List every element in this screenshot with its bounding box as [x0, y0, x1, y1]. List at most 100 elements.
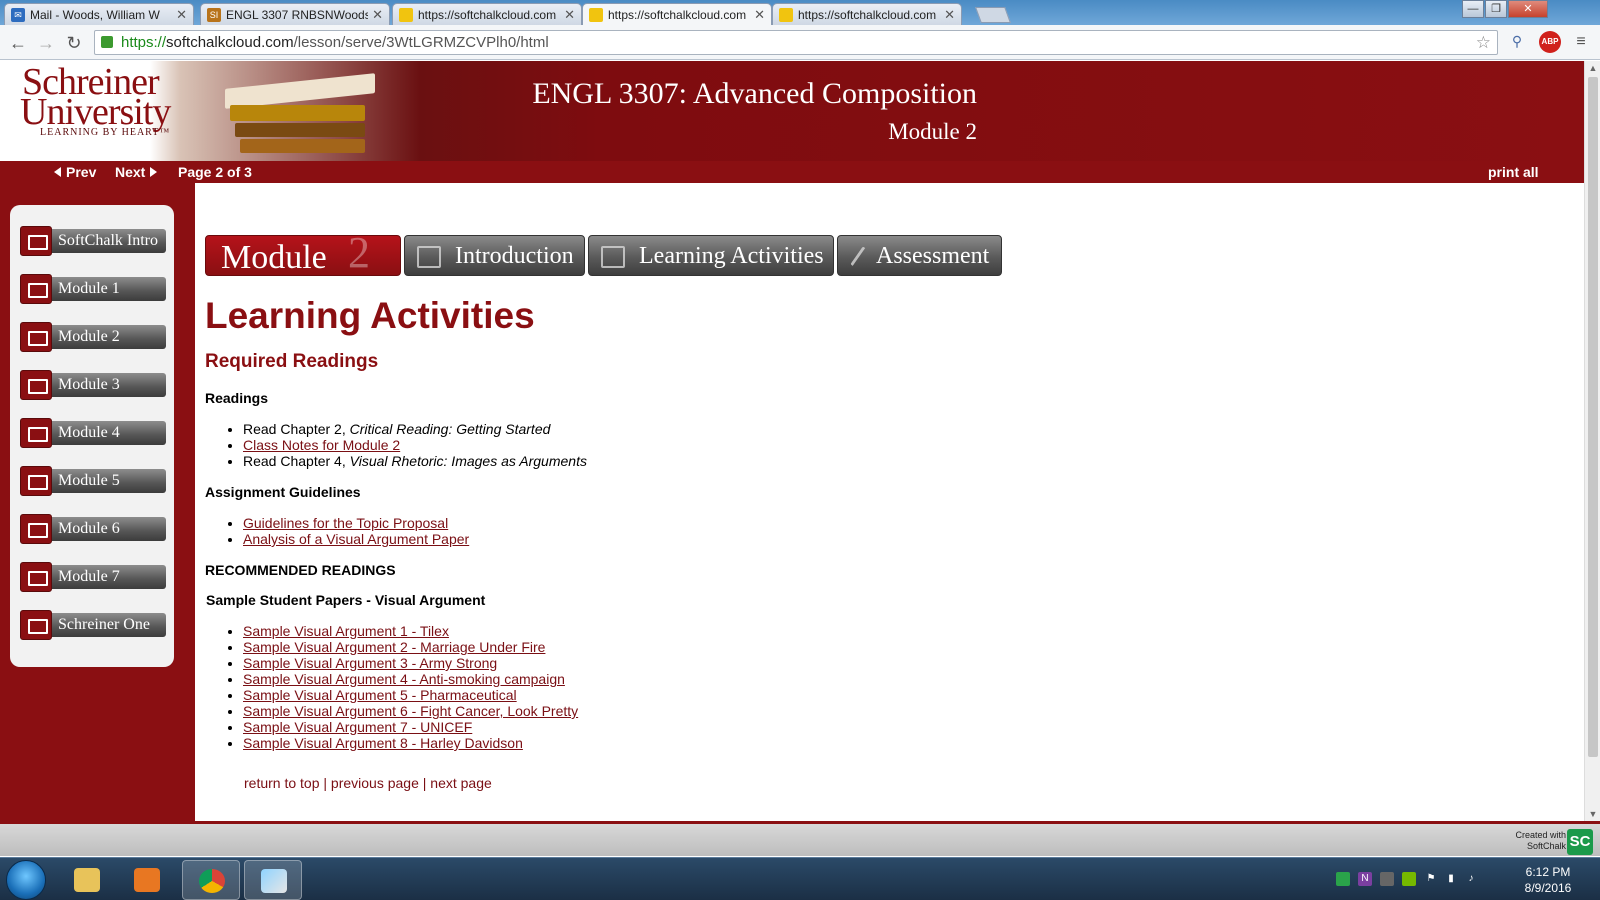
- close-tab-icon[interactable]: ✕: [564, 7, 575, 23]
- list-icon: [417, 246, 441, 268]
- books-image: [215, 61, 415, 161]
- tab-module-2[interactable]: Module 2: [205, 231, 401, 276]
- address-bar[interactable]: https://softchalkcloud.com/lesson/serve/…: [94, 30, 1498, 55]
- sidebar-item-schreiner-one[interactable]: Schreiner One: [20, 610, 166, 640]
- assignment-guidelines-heading: Assignment Guidelines: [205, 484, 361, 500]
- url-scheme: https://: [121, 34, 167, 51]
- lock-icon: [101, 36, 113, 48]
- minimize-button[interactable]: —: [1462, 0, 1484, 18]
- browser-tab-mail[interactable]: ✉ Mail - Woods, William W ✕: [4, 3, 194, 25]
- guideline-link[interactable]: Analysis of a Visual Argument Paper: [243, 531, 469, 547]
- new-tab-button[interactable]: [975, 7, 1011, 23]
- close-tab-icon[interactable]: ✕: [944, 7, 955, 23]
- footer-links: return to top | previous page | next pag…: [244, 775, 492, 791]
- guidelines-list: Guidelines for the Topic Proposal Analys…: [243, 515, 469, 547]
- recommended-readings-heading: RECOMMENDED READINGS: [205, 562, 396, 578]
- sample-link[interactable]: Sample Visual Argument 5 - Pharmaceutica…: [243, 687, 517, 703]
- signal-icon[interactable]: ▮: [1444, 872, 1458, 886]
- sample-link[interactable]: Sample Visual Argument 4 - Anti-smoking …: [243, 671, 565, 687]
- print-all-link[interactable]: print all: [1488, 164, 1539, 180]
- sidebar-item-label: Module 3: [38, 373, 166, 397]
- page-info: Page 2 of 3: [178, 164, 252, 180]
- volume-icon[interactable]: ♪: [1464, 872, 1478, 886]
- folder-icon: [20, 562, 52, 592]
- scroll-up-icon[interactable]: ▲: [1585, 63, 1600, 73]
- sidebar-item-module-7[interactable]: Module 7: [20, 562, 166, 592]
- tab-title: https://softchalkcloud.com: [418, 7, 557, 22]
- sample-link[interactable]: Sample Visual Argument 8 - Harley Davids…: [243, 735, 523, 751]
- readings-heading: Readings: [205, 390, 269, 406]
- sidebar-item-module-6[interactable]: Module 6: [20, 514, 166, 544]
- sync-icon[interactable]: [1336, 872, 1350, 886]
- list-item: Read Chapter 4, Visual Rhetoric: Images …: [243, 453, 587, 469]
- browser-tab-engl[interactable]: SI ENGL 3307 RNBSNWoods ✕: [200, 3, 390, 25]
- extension-icon[interactable]: ⚲: [1508, 33, 1526, 51]
- scrollbar-thumb[interactable]: [1588, 77, 1598, 757]
- softchalk-logo[interactable]: SC: [1567, 829, 1593, 855]
- sample-link[interactable]: Sample Visual Argument 3 - Army Strong: [243, 655, 497, 671]
- sidebar-item-module-5[interactable]: Module 5: [20, 466, 166, 496]
- scroll-down-icon[interactable]: ▼: [1585, 809, 1600, 819]
- reload-icon[interactable]: ↻: [62, 31, 86, 55]
- list-item: Analysis of a Visual Argument Paper: [243, 531, 469, 547]
- sidebar-item-module-1[interactable]: Module 1: [20, 274, 166, 304]
- tab-learning-activities[interactable]: Learning Activities: [588, 235, 834, 276]
- system-clock[interactable]: 6:12 PM 8/9/2016: [1508, 864, 1588, 896]
- sidebar-item-softchalk-intro[interactable]: SoftChalk Intro: [20, 226, 166, 256]
- sidebar-item-module-4[interactable]: Module 4: [20, 418, 166, 448]
- next-page-link[interactable]: next page: [430, 775, 492, 791]
- module-sidebar: SoftChalk Intro Module 1 Module 2 Module…: [10, 205, 174, 667]
- chrome-taskbar-button[interactable]: [182, 860, 240, 900]
- start-button[interactable]: [6, 860, 46, 900]
- created-with-text: Created with SoftChalk: [1506, 830, 1566, 852]
- nvidia-icon[interactable]: [1402, 872, 1416, 886]
- return-to-top-link[interactable]: return to top: [244, 775, 320, 791]
- sample-link[interactable]: Sample Visual Argument 2 - Marriage Unde…: [243, 639, 545, 655]
- tab-learning-activities-label: Learning Activities: [639, 243, 824, 269]
- windows-taskbar: N ⚑ ▮ ♪ 6:12 PM 8/9/2016: [0, 857, 1600, 900]
- bookmark-star-icon[interactable]: ☆: [1476, 31, 1491, 54]
- guideline-link[interactable]: Guidelines for the Topic Proposal: [243, 515, 448, 531]
- sidebar-item-module-2[interactable]: Module 2: [20, 322, 166, 352]
- browser-tab-softchalk-1[interactable]: https://softchalkcloud.com ✕: [392, 3, 582, 25]
- sample-link[interactable]: Sample Visual Argument 7 - UNICEF: [243, 719, 472, 735]
- logo-line2: University: [20, 91, 171, 133]
- mail-icon: ✉: [11, 7, 25, 22]
- previous-page-link[interactable]: previous page: [331, 775, 419, 791]
- browser-tab-softchalk-active[interactable]: https://softchalkcloud.com ✕: [582, 3, 772, 25]
- created-with-line1: Created with: [1515, 830, 1566, 840]
- back-arrow-icon[interactable]: ←: [6, 31, 30, 55]
- browser-toolbar: ← → ↻ https://softchalkcloud.com/lesson/…: [0, 25, 1600, 60]
- sidebar-item-module-3[interactable]: Module 3: [20, 370, 166, 400]
- logo-tagline: LEARNING BY HEART™: [40, 127, 171, 138]
- page-viewport: Schreiner University LEARNING BY HEART™ …: [0, 61, 1584, 821]
- adblock-icon[interactable]: ABP: [1539, 31, 1561, 53]
- tab-introduction[interactable]: Introduction: [404, 235, 585, 276]
- network-device-icon[interactable]: [1380, 872, 1394, 886]
- prev-button[interactable]: Prev: [54, 164, 96, 180]
- close-window-button[interactable]: ✕: [1508, 0, 1548, 18]
- url-host: softchalkcloud.com: [166, 34, 294, 51]
- chrome-icon: [199, 869, 225, 893]
- next-button[interactable]: Next: [115, 164, 158, 180]
- menu-icon[interactable]: ≡: [1572, 33, 1590, 51]
- close-tab-icon[interactable]: ✕: [372, 7, 383, 23]
- vertical-scrollbar[interactable]: ▲ ▼: [1584, 61, 1600, 821]
- tab-title: https://softchalkcloud.com: [608, 7, 747, 22]
- sample-link[interactable]: Sample Visual Argument 6 - Fight Cancer,…: [243, 703, 578, 719]
- onenote-icon[interactable]: N: [1358, 872, 1372, 886]
- forward-arrow-icon[interactable]: →: [34, 31, 58, 55]
- media-player-taskbar-button[interactable]: [118, 860, 176, 900]
- explorer-taskbar-button[interactable]: [58, 860, 116, 900]
- tab-assessment[interactable]: Assessment: [837, 235, 1002, 276]
- close-tab-icon[interactable]: ✕: [176, 7, 187, 23]
- flag-icon[interactable]: ⚑: [1424, 872, 1438, 886]
- sample-link[interactable]: Sample Visual Argument 1 - Tilex: [243, 623, 449, 639]
- browser-tab-softchalk-3[interactable]: https://softchalkcloud.com ✕: [772, 3, 962, 25]
- close-tab-icon[interactable]: ✕: [754, 7, 765, 23]
- page-icon: [589, 7, 603, 22]
- triangle-right-icon: [150, 167, 158, 177]
- class-notes-link[interactable]: Class Notes for Module 2: [243, 437, 400, 453]
- restore-button[interactable]: ❐: [1485, 0, 1507, 18]
- paint-taskbar-button[interactable]: [244, 860, 302, 900]
